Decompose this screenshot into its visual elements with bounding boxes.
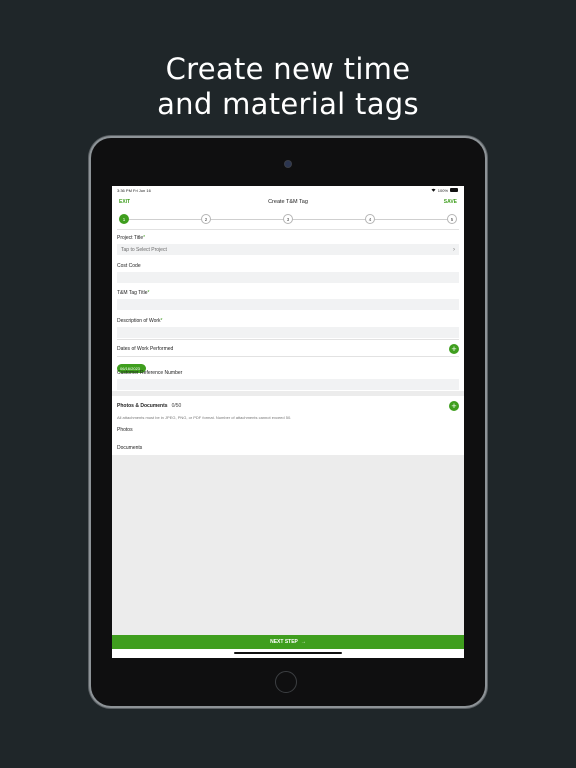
battery-icon: [450, 188, 458, 192]
exit-button[interactable]: EXIT: [119, 199, 130, 205]
tm-tag-title-input[interactable]: [117, 299, 459, 310]
next-step-label: NEXT STEP: [270, 639, 298, 645]
required-mark: *: [143, 235, 146, 241]
attachments-note: All attachments must be in JPEG, PNG, or…: [117, 415, 292, 420]
step-1[interactable]: 1: [119, 214, 129, 224]
project-select-field[interactable]: Tap to Select Project ›: [117, 244, 459, 255]
headline-line-1: Create new time: [165, 52, 411, 86]
dates-label: Dates of Work Performed: [117, 346, 174, 352]
project-title-label: Project Title: [117, 235, 144, 241]
add-date-button[interactable]: +: [449, 344, 459, 354]
customer-reference-label: Customer Reference Number: [117, 370, 183, 376]
step-2[interactable]: 2: [201, 214, 211, 224]
customer-reference-section: Customer Reference Number: [117, 365, 459, 391]
photos-row[interactable]: Photos: [117, 427, 459, 433]
cost-code-input[interactable]: [117, 272, 459, 283]
status-time: 3:36 PM: [117, 187, 132, 193]
home-indicator[interactable]: [234, 652, 342, 654]
home-button[interactable]: [275, 671, 297, 693]
chevron-right-icon: ›: [453, 246, 455, 253]
tm-tag-form: Project Title* Tap to Select Project › C…: [112, 229, 464, 391]
tm-tag-title-section: T&M Tag Title*: [117, 285, 459, 313]
documents-row[interactable]: Documents: [117, 445, 459, 451]
dates-section: Dates of Work Performed + 06/16/2023: [117, 339, 459, 373]
attachments-section: Photos & Documents 0/50 + All attachments…: [112, 396, 464, 455]
project-select-placeholder: Tap to Select Project: [121, 246, 167, 253]
cost-code-section: Cost Code: [117, 258, 459, 285]
step-5[interactable]: 5: [447, 214, 457, 224]
page-title: Create T&M Tag: [268, 198, 308, 205]
step-3[interactable]: 3: [283, 214, 293, 224]
required-mark: *: [147, 290, 150, 296]
description-label: Description of Work: [117, 318, 161, 324]
attachments-title: Photos & Documents: [117, 403, 168, 409]
nav-bar: EXIT Create T&M Tag SAVE: [112, 194, 464, 209]
front-camera: [284, 160, 292, 168]
tm-tag-title-label: T&M Tag Title: [117, 290, 148, 296]
next-step-button[interactable]: NEXT STEP →: [112, 635, 464, 649]
status-bar: 3:36 PM Fri Jun 16 100%: [112, 186, 464, 194]
project-title-section: Project Title* Tap to Select Project ›: [117, 229, 459, 258]
step-4[interactable]: 4: [365, 214, 375, 224]
cost-code-label: Cost Code: [117, 263, 141, 269]
ipad-device-frame: 3:36 PM Fri Jun 16 100% EXIT Create T&M …: [91, 138, 485, 706]
save-button[interactable]: SAVE: [444, 199, 457, 205]
app-screen: 3:36 PM Fri Jun 16 100% EXIT Create T&M …: [112, 186, 464, 658]
description-input[interactable]: [117, 327, 459, 338]
wifi-icon: [431, 188, 436, 193]
required-mark: *: [160, 318, 163, 324]
arrow-right-icon: →: [300, 639, 306, 645]
home-indicator-area: [112, 649, 464, 658]
attachments-count: 0/50: [171, 403, 182, 409]
headline-line-2: and material tags: [157, 87, 419, 121]
add-attachment-button[interactable]: +: [449, 401, 459, 411]
customer-reference-input[interactable]: [117, 379, 459, 390]
battery-percent: 100%: [437, 187, 448, 193]
description-section: Description of Work*: [117, 313, 459, 339]
step-progress: 1 2 3 4 5: [112, 209, 464, 229]
status-date: Fri Jun 16: [133, 187, 151, 193]
marketing-headline: Create new time and material tags: [0, 52, 576, 122]
